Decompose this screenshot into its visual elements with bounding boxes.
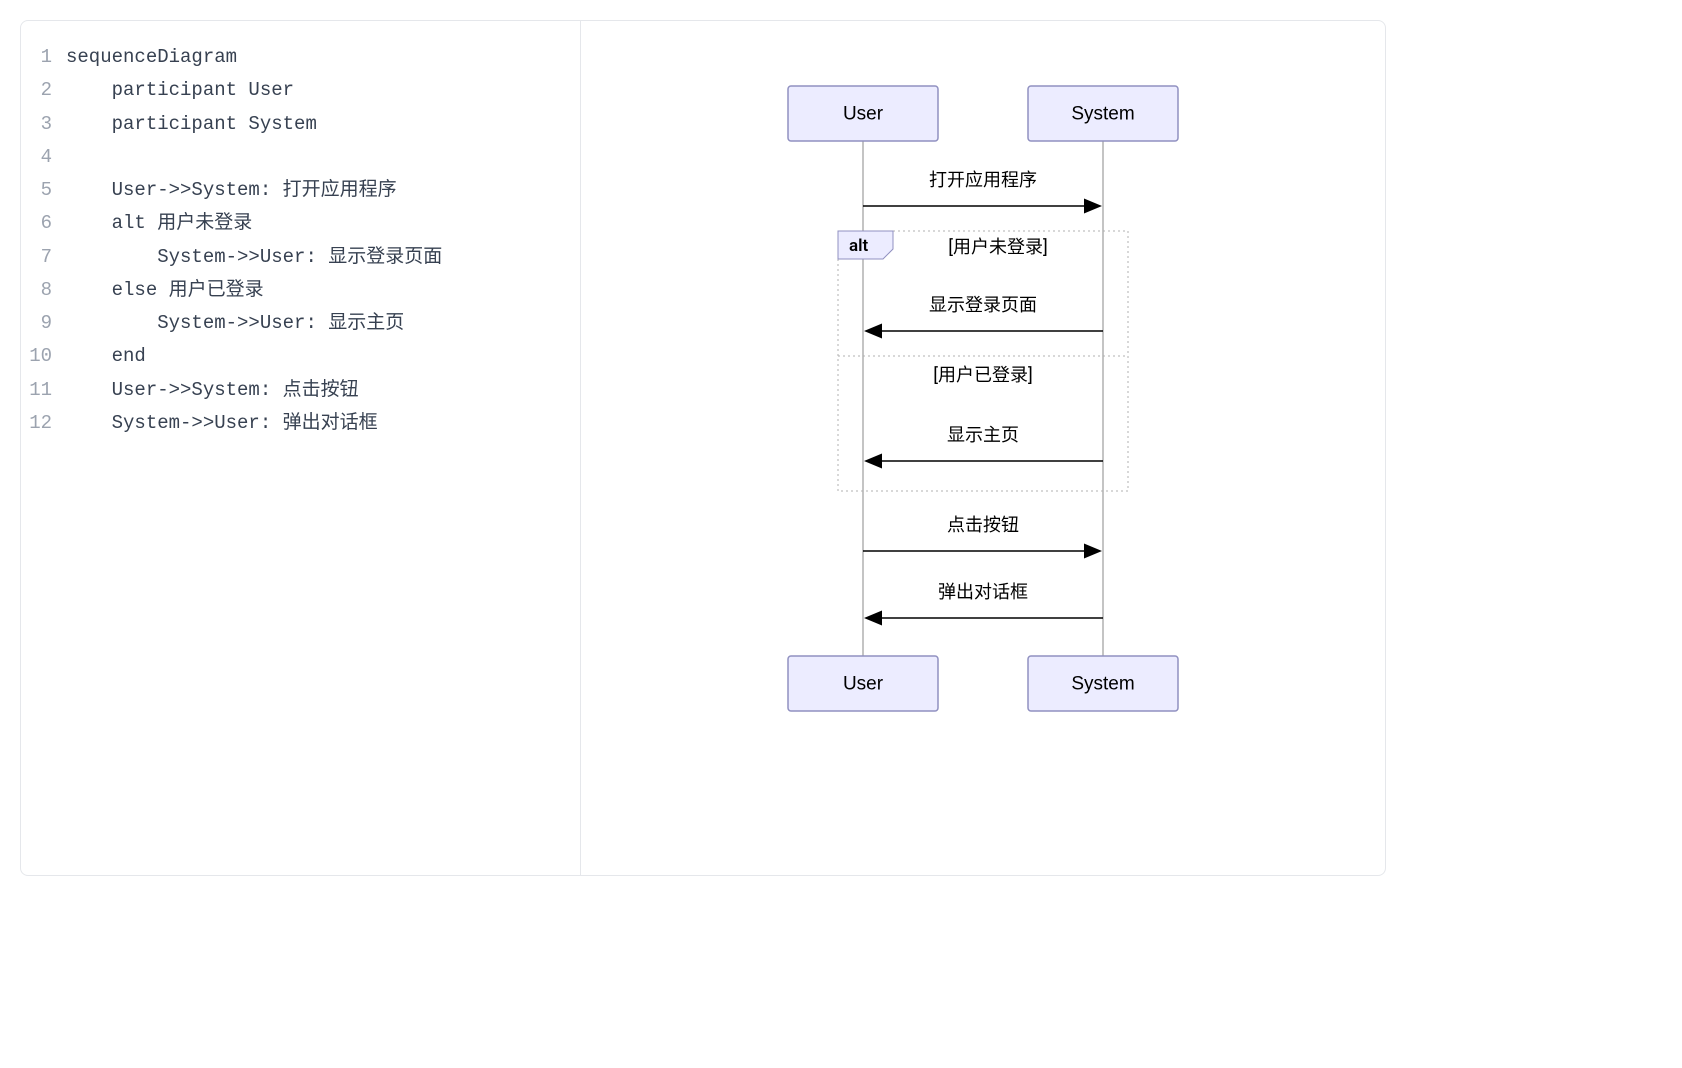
alt-box <box>838 231 1128 491</box>
msg-3-text: 显示主页 <box>947 425 1019 446</box>
line-text: else 用户已登录 <box>66 274 264 307</box>
line-number: 5 <box>21 174 66 207</box>
code-line[interactable]: 4 <box>21 141 580 174</box>
code-line[interactable]: 12 System->>User: 弹出对话框 <box>21 407 580 440</box>
diagram-panel: User System 打开应用程序 alt [用户未登录] 显示登录页面 [用… <box>581 21 1385 875</box>
code-line[interactable]: 6 alt 用户未登录 <box>21 207 580 240</box>
line-text: System->>User: 弹出对话框 <box>66 407 378 440</box>
alt-cond-2: [用户已登录] <box>933 365 1033 386</box>
code-line[interactable]: 8 else 用户已登录 <box>21 274 580 307</box>
alt-label-text: alt <box>849 236 869 256</box>
line-text: end <box>66 340 146 373</box>
line-text: System->>User: 显示主页 <box>66 307 404 340</box>
actor-user-bottom-label: User <box>843 674 884 695</box>
code-line[interactable]: 3 participant System <box>21 108 580 141</box>
line-number: 12 <box>21 407 66 440</box>
code-line[interactable]: 1sequenceDiagram <box>21 41 580 74</box>
line-text: participant User <box>66 74 294 107</box>
line-text: System->>User: 显示登录页面 <box>66 241 442 274</box>
msg-2-text: 显示登录页面 <box>929 295 1037 316</box>
code-line[interactable]: 11 User->>System: 点击按钮 <box>21 374 580 407</box>
msg-1-text: 打开应用程序 <box>929 170 1037 191</box>
line-number: 3 <box>21 108 66 141</box>
line-number: 2 <box>21 74 66 107</box>
line-number: 8 <box>21 274 66 307</box>
actor-system-top-label: System <box>1071 104 1134 125</box>
actor-user-top-label: User <box>843 104 884 125</box>
actor-system-bottom-label: System <box>1071 674 1134 695</box>
code-line[interactable]: 2 participant User <box>21 74 580 107</box>
line-number: 4 <box>21 141 66 174</box>
alt-cond-1: [用户未登录] <box>948 237 1048 258</box>
line-number: 6 <box>21 207 66 240</box>
code-line[interactable]: 5 User->>System: 打开应用程序 <box>21 174 580 207</box>
line-text: alt 用户未登录 <box>66 207 252 240</box>
editor-container: 1sequenceDiagram2 participant User3 part… <box>20 20 1386 876</box>
line-number: 9 <box>21 307 66 340</box>
line-text: participant System <box>66 108 317 141</box>
code-line[interactable]: 9 System->>User: 显示主页 <box>21 307 580 340</box>
msg-5-text: 弹出对话框 <box>938 582 1028 603</box>
line-number: 10 <box>21 340 66 373</box>
line-number: 1 <box>21 41 66 74</box>
code-line[interactable]: 10 end <box>21 340 580 373</box>
line-text: User->>System: 打开应用程序 <box>66 174 397 207</box>
code-panel[interactable]: 1sequenceDiagram2 participant User3 part… <box>21 21 581 875</box>
line-text: sequenceDiagram <box>66 41 237 74</box>
code-line[interactable]: 7 System->>User: 显示登录页面 <box>21 241 580 274</box>
line-text: User->>System: 点击按钮 <box>66 374 359 407</box>
sequence-diagram: User System 打开应用程序 alt [用户未登录] 显示登录页面 [用… <box>733 61 1233 781</box>
msg-4-text: 点击按钮 <box>947 515 1019 536</box>
line-number: 7 <box>21 241 66 274</box>
line-number: 11 <box>21 374 66 407</box>
